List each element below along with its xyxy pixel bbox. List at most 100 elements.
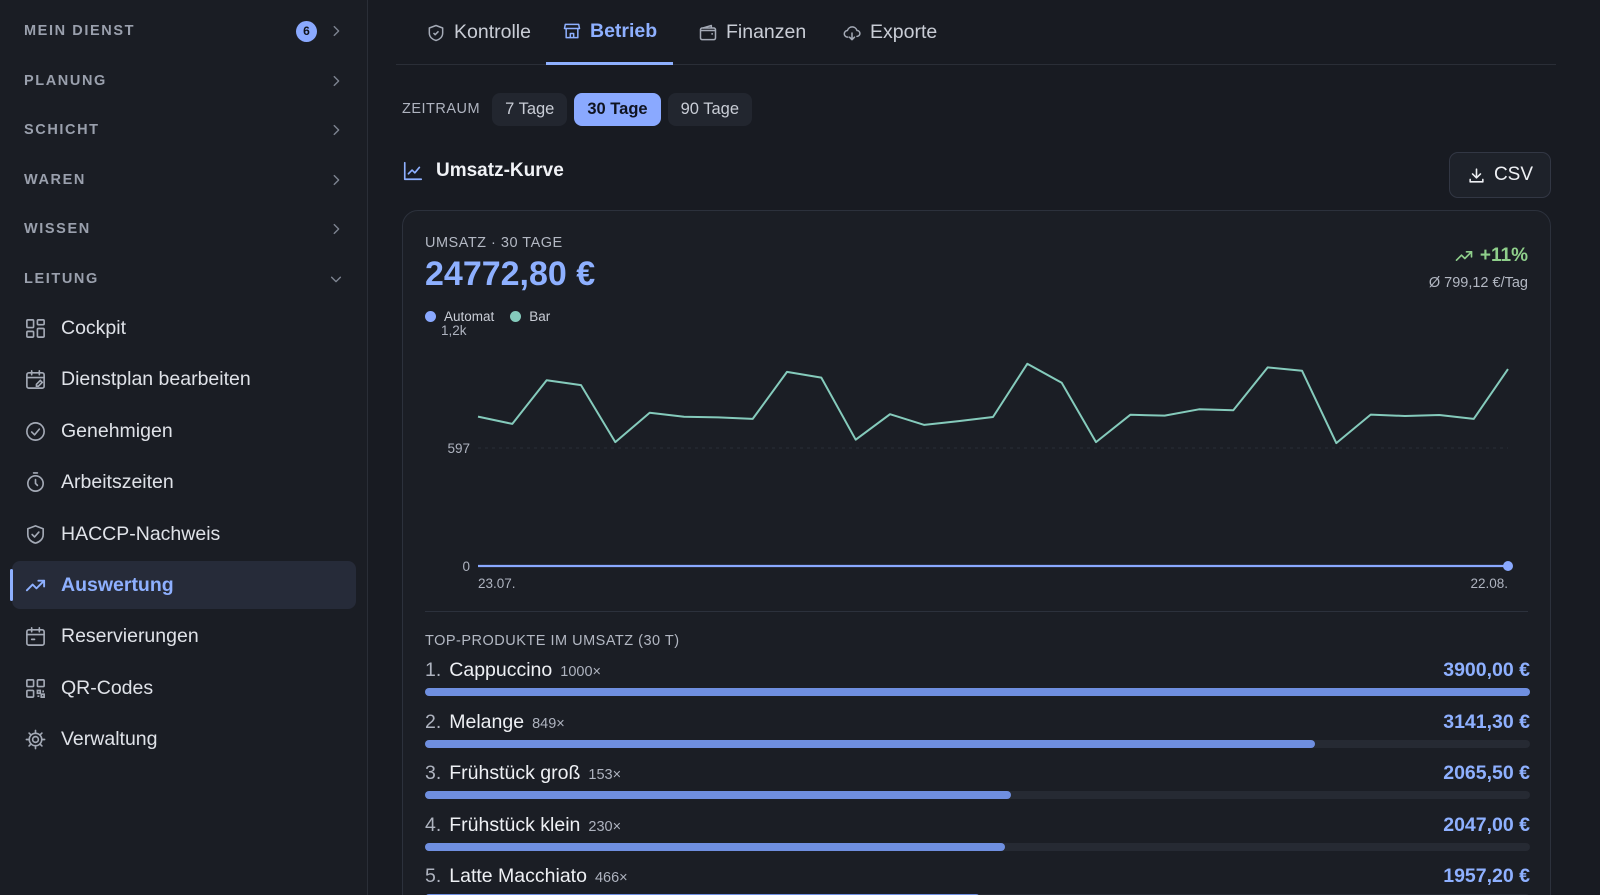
product-share-fill — [425, 791, 1011, 799]
sidebar-item-cockpit[interactable]: Cockpit — [12, 304, 356, 352]
period-option-7[interactable]: 7 Tage — [492, 92, 568, 126]
product-name-group: 3. Frühstück groß 153× — [425, 762, 621, 785]
sidebar-item-qr-codes[interactable]: QR-Codes — [12, 664, 356, 712]
sidebar-item-auswertung[interactable]: Auswertung — [10, 561, 356, 609]
product-name-group: 4. Frühstück klein 230× — [425, 814, 621, 837]
sidebar-section-waren[interactable]: WAREN — [24, 165, 343, 195]
check-circle-icon — [26, 421, 45, 441]
sidebar-item-reservierungen[interactable]: Reservierungen — [12, 612, 356, 660]
grid-icon — [26, 318, 45, 338]
top-tabs: Kontrolle Betrieb Finanzen Exporte — [396, 0, 1556, 65]
period-label: ZEITRAUM — [402, 101, 481, 117]
sidebar-section-schicht[interactable]: SCHICHT — [24, 115, 343, 145]
top-products-label: TOP-PRODUKTE IM UMSATZ (30 T) — [425, 633, 680, 649]
tab-kontrolle[interactable]: Kontrolle — [410, 0, 547, 65]
section-header: Umsatz-Kurve — [402, 160, 564, 182]
product-row: 2. Melange 849× 3141,30 € — [425, 711, 1530, 761]
section-label: WISSEN — [24, 221, 91, 237]
product-name: Latte Macchiato — [449, 865, 587, 887]
series-line-bar — [477, 362, 1509, 445]
divider — [425, 611, 1528, 612]
wallet-icon — [699, 24, 717, 40]
tab-exporte[interactable]: Exporte — [826, 0, 953, 65]
sidebar-item-label: Cockpit — [61, 316, 127, 339]
product-share-fill — [425, 842, 1006, 851]
section-label: MEIN DIENST — [24, 23, 136, 39]
csv-label: CSV — [1493, 164, 1534, 185]
section-label: LEITUNG — [24, 271, 99, 287]
cloud-download-icon — [843, 25, 861, 40]
x-tick-label: 22.08. — [1470, 576, 1508, 591]
y-tick-label: 597 — [447, 441, 470, 456]
product-name: Cappuccino — [449, 659, 553, 681]
csv-download-button[interactable]: CSV — [1449, 152, 1551, 198]
period-selector: ZEITRAUM 7 Tage 30 Tage 90 Tage — [402, 92, 753, 126]
product-rank: 5. — [425, 865, 442, 887]
line-chart-icon — [403, 161, 423, 181]
section-label: PLANUNG — [24, 73, 107, 89]
sidebar-item-haccp-nachweis[interactable]: HACCP-Nachweis — [12, 510, 356, 558]
sidebar-section-mein-dienst[interactable]: MEIN DIENST 6 — [24, 16, 343, 46]
store-icon — [563, 23, 581, 39]
sidebar-section-planung[interactable]: PLANUNG — [24, 66, 343, 96]
revenue-card: UMSATZ · 30 TAGE 24772,80 € +11% Ø 799,1… — [402, 210, 1551, 895]
sidebar-item-label: HACCP-Nachweis — [61, 522, 221, 545]
sidebar-item-genehmigen[interactable]: Genehmigen — [12, 407, 356, 455]
y-tick-label: 0 — [462, 559, 470, 574]
product-share-fill — [425, 739, 1315, 748]
revenue-line-chart: 1,2k 597 0 23.07. 22.08. — [441, 323, 1513, 591]
stopwatch-icon — [27, 471, 44, 492]
chevron-right-icon — [333, 174, 340, 186]
chevron-right-icon — [333, 124, 340, 136]
qr-code-icon — [26, 678, 45, 698]
product-rank: 4. — [425, 813, 442, 836]
gear-icon — [25, 729, 46, 749]
product-amount: 1957,20 € — [1443, 865, 1530, 887]
sidebar-item-verwaltung[interactable]: Verwaltung — [12, 715, 356, 763]
sidebar: MEIN DIENST 6 PLANUNG SCHICHT WAREN WISS… — [0, 0, 368, 895]
tab-label: Finanzen — [726, 21, 807, 43]
sidebar-item-label: Auswertung — [61, 573, 174, 596]
product-quantity: 466× — [594, 870, 628, 886]
sidebar-item-arbeitszeiten[interactable]: Arbeitszeiten — [12, 458, 356, 506]
sidebar-section-wissen[interactable]: WISSEN — [24, 214, 343, 244]
trending-up-icon — [25, 579, 46, 591]
product-quantity: 230× — [588, 818, 622, 835]
product-rank: 2. — [425, 710, 442, 733]
product-share-bar — [425, 688, 1530, 696]
period-option-30[interactable]: 30 Tage — [574, 92, 661, 126]
sidebar-item-label: Reservierungen — [61, 624, 199, 647]
sidebar-item-dienstplan-bearbeiten[interactable]: Dienstplan bearbeiten — [12, 355, 356, 403]
tab-betrieb[interactable]: Betrieb — [546, 0, 674, 65]
tab-finanzen[interactable]: Finanzen — [682, 0, 822, 65]
product-name-group: 2. Melange 849× — [425, 711, 565, 734]
product-name-group: 5. Latte Macchiato 466× — [425, 865, 628, 888]
count-badge: 6 — [296, 20, 317, 42]
product-amount: 2047,00 € — [1443, 813, 1530, 836]
y-tick-label: 1,2k — [441, 323, 467, 338]
chevron-right-icon — [333, 223, 340, 235]
product-name: Frühstück groß — [449, 762, 581, 784]
shield-check-icon — [27, 524, 44, 544]
shield-icon — [428, 24, 444, 41]
x-tick-label: 23.07. — [478, 576, 516, 591]
section-label: WAREN — [24, 172, 86, 188]
chevron-right-icon — [333, 75, 340, 87]
product-quantity: 153× — [588, 767, 622, 783]
product-rank: 1. — [425, 659, 442, 681]
sidebar-item-label: Genehmigen — [61, 419, 173, 442]
product-amount: 2065,50 € — [1443, 762, 1530, 784]
product-row: 5. Latte Macchiato 466× 1957,20 € — [425, 865, 1530, 895]
download-icon — [1469, 167, 1484, 183]
product-share-bar — [425, 739, 1530, 748]
product-share-fill — [425, 688, 1530, 696]
product-quantity: 1000× — [560, 664, 601, 680]
sidebar-section-leitung[interactable]: LEITUNG — [24, 264, 343, 294]
product-share-bar — [425, 842, 1530, 851]
product-amount: 3141,30 € — [1443, 710, 1530, 733]
period-option-90[interactable]: 90 Tage — [667, 92, 753, 126]
tab-label: Betrieb — [590, 19, 658, 42]
product-rank: 3. — [425, 762, 442, 784]
sidebar-item-label: Dienstplan bearbeiten — [61, 367, 251, 390]
product-quantity: 849× — [532, 715, 565, 732]
